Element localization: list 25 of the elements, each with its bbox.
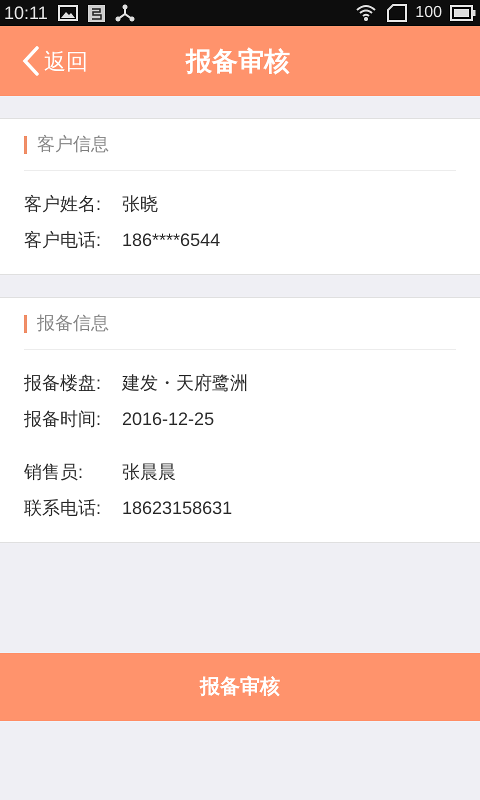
image-icon bbox=[58, 5, 78, 21]
field-label: 报备时间: bbox=[24, 408, 102, 430]
field-value: 18623158631 bbox=[122, 496, 232, 520]
field-value: 186****6544 bbox=[122, 228, 220, 252]
field-value: 张晓 bbox=[122, 192, 158, 216]
page-title: 报备审核 bbox=[186, 44, 290, 78]
field-value: 张晨晨 bbox=[122, 460, 176, 484]
field-label: 客户电话: bbox=[24, 228, 102, 252]
section-title: 报备信息 bbox=[37, 312, 109, 335]
back-button[interactable]: 返回 bbox=[22, 44, 88, 78]
battery-level: 100 bbox=[415, 5, 442, 21]
status-time: 10:11 bbox=[4, 4, 48, 22]
field-label: 销售员: bbox=[24, 460, 84, 484]
field-value: 2016-12-25 bbox=[122, 408, 214, 430]
field-value: 建发・天府鹭洲 bbox=[122, 372, 248, 394]
section-title: 客户信息 bbox=[37, 133, 109, 156]
chevron-left-icon bbox=[22, 46, 40, 76]
field-label: 客户姓名: bbox=[24, 192, 102, 216]
share-icon bbox=[114, 4, 135, 22]
sim-icon bbox=[387, 4, 408, 22]
field-label: 报备楼盘: bbox=[24, 372, 102, 394]
battery-icon bbox=[450, 5, 476, 21]
field-label: 联系电话: bbox=[24, 496, 102, 520]
review-button[interactable]: 报备审核 bbox=[0, 653, 480, 721]
wifi-icon bbox=[355, 4, 378, 22]
